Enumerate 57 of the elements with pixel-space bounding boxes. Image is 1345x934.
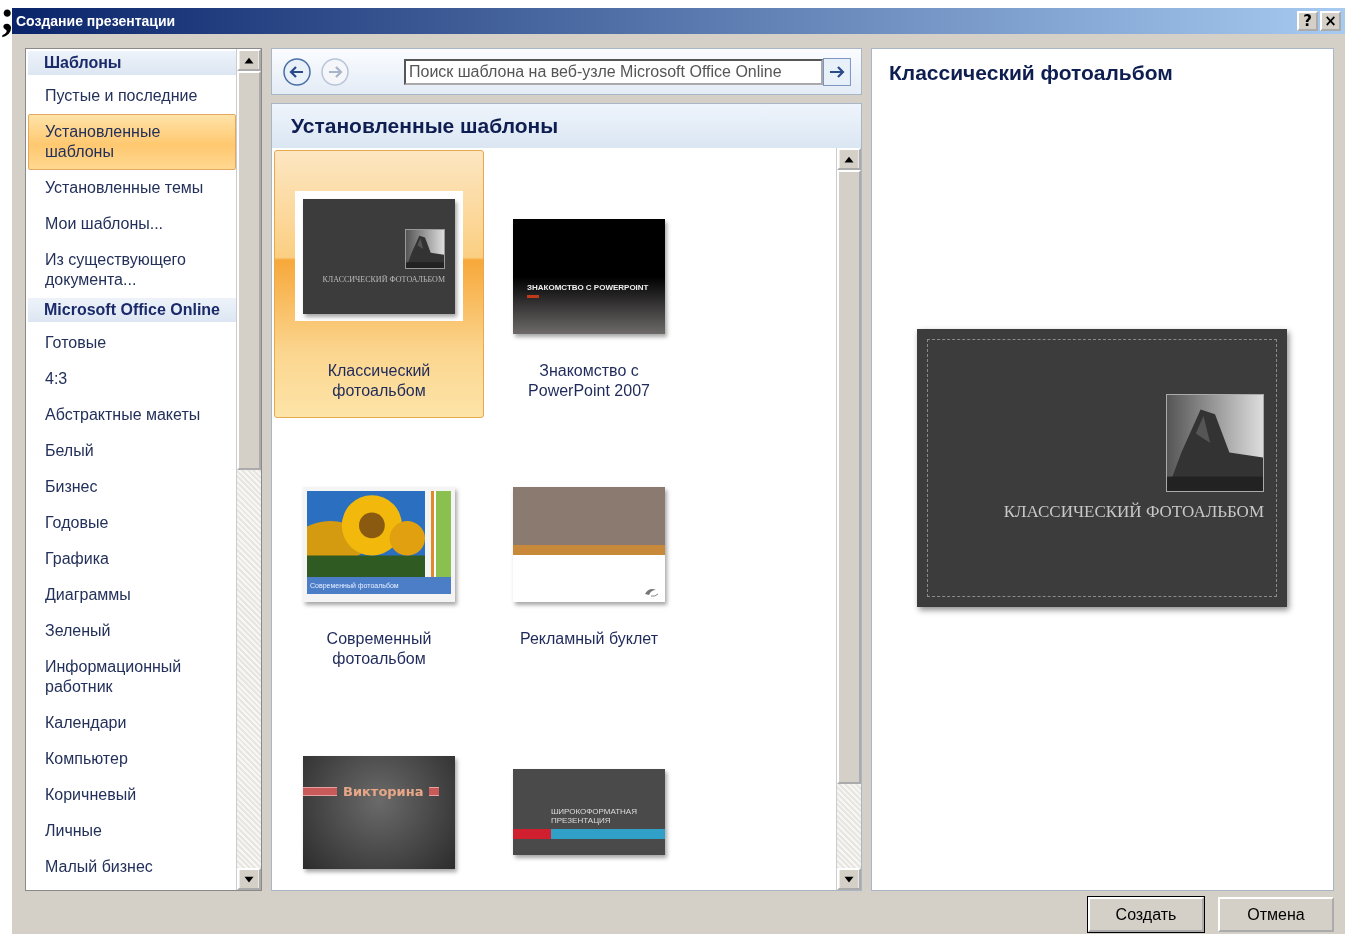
section-header: Microsoft Office Online	[28, 298, 236, 322]
scroll-down-button[interactable]	[837, 868, 861, 890]
sidebar-item[interactable]: Мои шаблоны...	[28, 206, 236, 242]
cancel-button[interactable]: Отмена	[1218, 897, 1334, 932]
scroll-thumb[interactable]	[237, 71, 261, 470]
search-field[interactable]: Поиск шаблона на веб-узле Microsoft Office Online	[404, 58, 824, 85]
accent-band	[429, 786, 440, 796]
template-name: Знакомство с PowerPoint 2007	[527, 361, 651, 401]
sidebar-item[interactable]: Календари	[28, 705, 236, 741]
slide-title: КЛАССИЧЕСКИЙ ФОТОАЛЬБОМ	[1003, 502, 1264, 522]
accent-band	[303, 786, 337, 796]
scroll-up-button[interactable]	[237, 49, 261, 71]
sidebar-item[interactable]: Бизнес	[28, 469, 236, 505]
template-card[interactable]: Рекламный буклет	[484, 418, 694, 686]
scroll-down-button[interactable]	[237, 868, 261, 890]
create-button[interactable]: Создать	[1088, 897, 1204, 932]
scroll-thumb[interactable]	[837, 170, 861, 785]
template-card[interactable]: ЗНАКОМСТВО С POWERPOINT Знакомство с PowerPoint 2007	[484, 150, 694, 418]
sidebar-item[interactable]: Компьютер	[28, 741, 236, 777]
sidebar-item[interactable]: Годовые	[28, 505, 236, 541]
sidebar-item[interactable]: 4:3	[28, 361, 236, 397]
sidebar-item[interactable]: Пустые и последние	[28, 78, 236, 114]
sidebar-item[interactable]: Коричневый	[28, 777, 236, 813]
stray-mark: ;	[0, 0, 15, 38]
sidebar-item[interactable]: Белый	[28, 433, 236, 469]
section-header: Шаблоны	[28, 51, 236, 75]
gallery-heading: Установленные шаблоны	[272, 104, 861, 148]
sidebar-item[interactable]: Из существующего документа...	[28, 242, 236, 298]
sidebar-item[interactable]: Графика	[28, 541, 236, 577]
template-name: Рекламный буклет	[519, 629, 659, 649]
template-card[interactable]: КЛАССИЧЕСКИЙ ФОТОАЛЬБОМ Классический фотоальбом	[274, 150, 484, 418]
template-name: Современный фотоальбом	[325, 629, 433, 669]
scrollbar[interactable]	[836, 148, 861, 890]
help-button[interactable]: ?	[1297, 11, 1318, 31]
scroll-up-button[interactable]	[837, 148, 861, 170]
template-card[interactable]: ШИРОКОФОРМАТНАЯ ПРЕЗЕНТАЦИЯ	[484, 686, 694, 890]
slide-title: ШИРОКОФОРМАТНАЯ ПРЕЗЕНТАЦИЯ	[551, 807, 638, 825]
accent-bar	[527, 294, 539, 298]
scrollbar[interactable]	[236, 49, 261, 890]
sidebar-item[interactable]: Диаграммы	[28, 577, 236, 613]
back-button[interactable]	[282, 56, 312, 87]
window-title: Создание презентации	[16, 13, 176, 29]
sidebar-item[interactable]: Готовые	[28, 325, 236, 361]
close-button[interactable]: ×	[1320, 11, 1341, 31]
sidebar-item[interactable]: Малый бизнес	[28, 849, 236, 885]
sidebar-item[interactable]: Личные	[28, 813, 236, 849]
preview-title: Классический фотоальбом	[888, 60, 1174, 86]
sidebar-item[interactable]: Зеленый	[28, 613, 236, 649]
sidebar-item[interactable]: Информационный работник	[28, 649, 236, 705]
sidebar-item[interactable]: Установленные темы	[28, 170, 236, 206]
sidebar-item[interactable]: Абстрактные макеты	[28, 397, 236, 433]
sidebar-item[interactable]: Установленные шаблоны	[28, 114, 236, 170]
slide-title: КЛАССИЧЕСКИЙ ФОТОАЛЬБОМ	[322, 274, 445, 284]
template-name: Классический фотоальбом	[326, 361, 432, 401]
slide-title: ЗНАКОМСТВО С POWERPOINT	[527, 282, 650, 292]
slide-title: Викторина	[343, 783, 424, 799]
search-go-button[interactable]	[823, 57, 851, 86]
